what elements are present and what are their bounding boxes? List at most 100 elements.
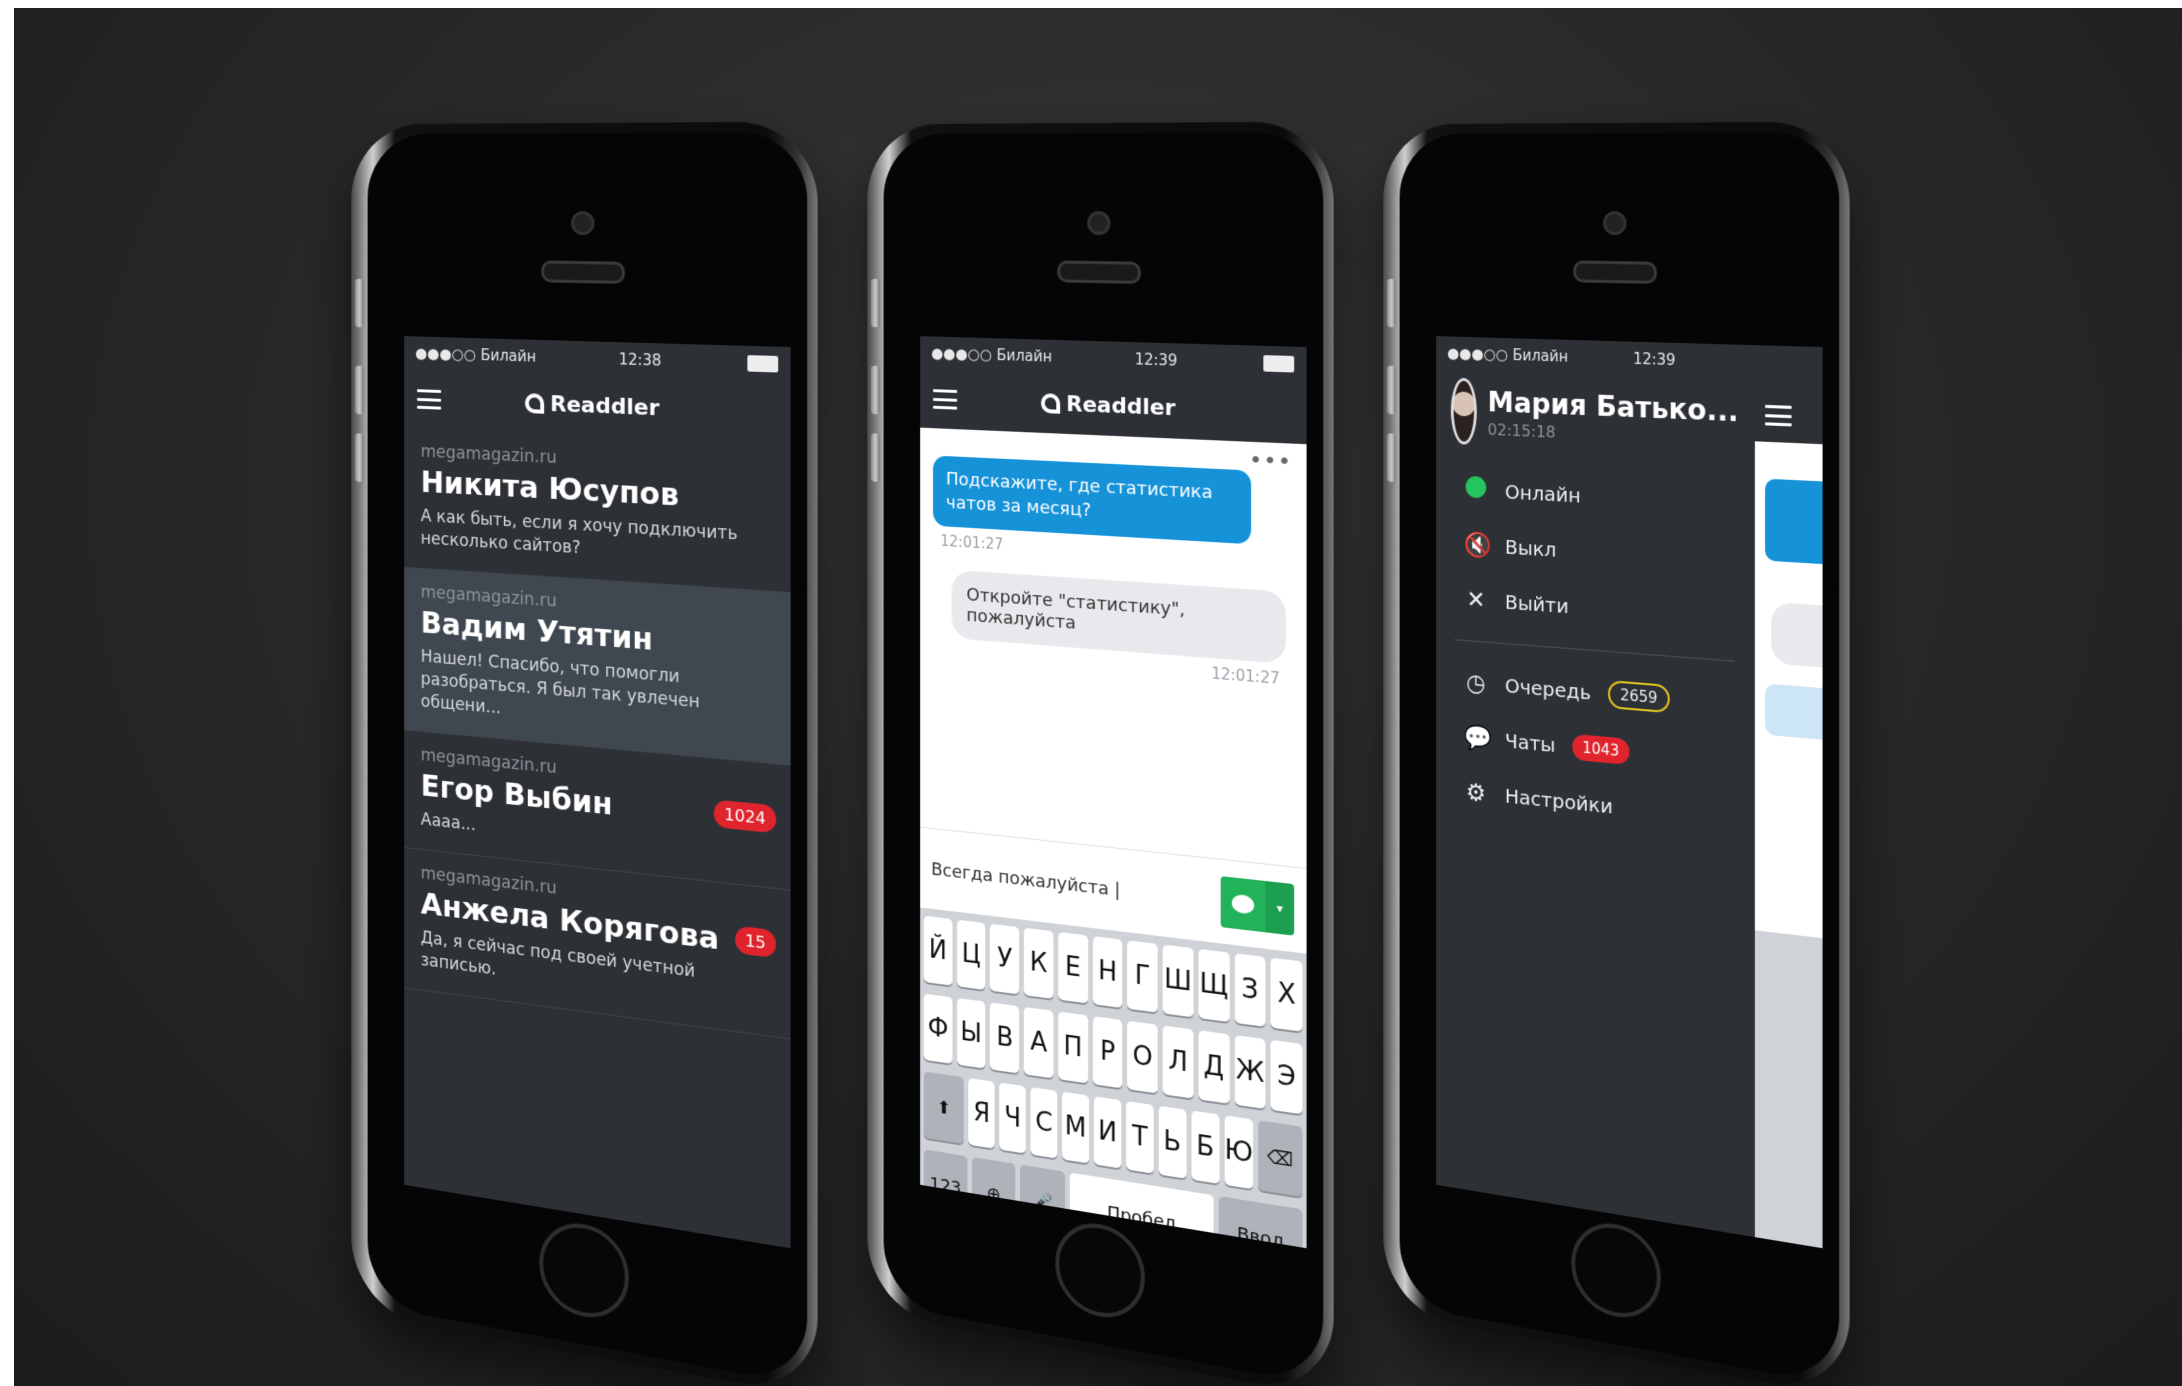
letter-key[interactable]: Ч: [999, 1082, 1025, 1153]
menu-item-label: Выйти: [1505, 590, 1569, 618]
chats-count-badge: 1043: [1573, 734, 1629, 765]
readdler-logo-icon: [1041, 393, 1060, 414]
letter-key[interactable]: Э: [1271, 1040, 1303, 1114]
menu-item-label: Настройки: [1505, 784, 1613, 819]
chat-bubble-icon: [1232, 894, 1254, 915]
letter-key[interactable]: Ж: [1234, 1035, 1265, 1109]
queue-count-badge: 2659: [1608, 680, 1669, 713]
phone-bezel: ●●●○○ Билайн 12:39 Readdler ••• Подскажи…: [884, 132, 1324, 1386]
globe-key[interactable]: ⊕: [972, 1157, 1016, 1231]
menu-item-label: Очередь: [1505, 674, 1591, 705]
mockup-background: ●●●○○ Билайн 12:38 Readdler megamagazin.…: [14, 8, 2182, 1386]
earpiece-speaker: [1573, 260, 1657, 283]
front-camera: [1087, 211, 1110, 235]
app-name: Readdler: [550, 392, 659, 421]
letter-key[interactable]: Ф: [924, 994, 952, 1064]
chat-screen-peek[interactable]: [1755, 345, 1823, 1248]
earpiece-speaker: [1057, 260, 1141, 283]
volume-down-button: [871, 433, 880, 482]
letter-key[interactable]: В: [990, 1002, 1019, 1073]
chat-bubble-icon: 💬: [1464, 723, 1488, 753]
send-options-button[interactable]: ▾: [1265, 881, 1294, 936]
phone-menu: ●●●○○ Билайн 12:39 Мария Батько... 02:15…: [1383, 122, 1849, 1386]
letter-key[interactable]: О: [1127, 1021, 1157, 1094]
screen-menu: ●●●○○ Билайн 12:39 Мария Батько... 02:15…: [1436, 336, 1822, 1248]
shift-key[interactable]: ⬆: [924, 1071, 964, 1143]
letter-key[interactable]: Н: [1093, 936, 1123, 1008]
letter-key[interactable]: Ю: [1224, 1115, 1253, 1189]
phone-chat: ●●●○○ Билайн 12:39 Readdler ••• Подскажи…: [867, 122, 1333, 1386]
carrier-label: ●●●○○ Билайн: [415, 344, 536, 365]
phone-conversations: ●●●○○ Билайн 12:38 Readdler megamagazin.…: [351, 122, 817, 1386]
phone-bezel: ●●●○○ Билайн 12:38 Readdler megamagazin.…: [368, 132, 808, 1386]
letter-key[interactable]: Р: [1093, 1016, 1123, 1088]
letter-key[interactable]: У: [990, 924, 1019, 995]
earpiece-speaker: [541, 260, 625, 283]
readdler-logo-icon: [525, 393, 544, 414]
message-input[interactable]: Всегда пожалуйста |: [931, 859, 1212, 912]
app-name: Readdler: [1066, 392, 1175, 421]
mute-switch: [355, 279, 364, 328]
letter-key[interactable]: Ы: [957, 998, 986, 1069]
numbers-key[interactable]: 123: [924, 1149, 967, 1223]
letter-key[interactable]: М: [1062, 1092, 1089, 1164]
volume-up-button: [355, 366, 364, 415]
incoming-message: Подскажите, где статистика чатов за меся…: [933, 455, 1251, 544]
letter-key[interactable]: С: [1031, 1087, 1058, 1159]
letter-key[interactable]: Е: [1058, 932, 1088, 1004]
backspace-key[interactable]: ⌫: [1258, 1120, 1302, 1197]
letter-key[interactable]: Я: [969, 1078, 995, 1149]
onscreen-keyboard: ЙЦУКЕНГШЩЗХ ФЫВАПРОЛДЖЭ ⬆ Я Ч С М И Т Ь Б Ю ⌫ 123…: [920, 907, 1306, 1248]
app-logo: Readdler: [1041, 391, 1175, 421]
side-menu: ●●●○○ Билайн 12:39 Мария Батько... 02:15…: [1436, 336, 1755, 1237]
microphone-key[interactable]: 🎤: [1020, 1165, 1065, 1240]
letter-key[interactable]: Ь: [1158, 1106, 1186, 1179]
letter-key[interactable]: К: [1024, 928, 1053, 999]
peek-keyboard: [1755, 930, 1823, 1248]
screen-conversations: ●●●○○ Билайн 12:38 Readdler megamagazin.…: [404, 336, 790, 1248]
menu-item-label: Онлайн: [1505, 480, 1581, 508]
letter-key[interactable]: Б: [1191, 1110, 1219, 1183]
conversation-row[interactable]: megamagazin.ru Никита Юсупов А как быть, е…: [404, 428, 790, 593]
letter-key[interactable]: Щ: [1198, 949, 1229, 1022]
menu-item-label: Чаты: [1505, 729, 1556, 757]
gear-icon: ⚙: [1464, 778, 1488, 808]
letter-key[interactable]: З: [1234, 953, 1265, 1027]
peek-nav-bar: [1755, 345, 1823, 444]
home-button: [1055, 1217, 1144, 1325]
letter-key[interactable]: Д: [1198, 1030, 1229, 1104]
letter-key[interactable]: Г: [1127, 940, 1157, 1012]
send-button-group: ▾: [1221, 876, 1295, 936]
mute-icon: 🔇: [1464, 530, 1488, 559]
letter-key[interactable]: Й: [924, 916, 952, 986]
letter-key[interactable]: Ш: [1163, 945, 1194, 1018]
mute-switch: [871, 279, 880, 328]
volume-up-button: [1387, 366, 1396, 415]
letter-key[interactable]: А: [1024, 1007, 1053, 1079]
letter-key[interactable]: Т: [1126, 1101, 1153, 1174]
letter-key[interactable]: П: [1058, 1011, 1088, 1083]
home-button: [1571, 1217, 1660, 1325]
menu-icon[interactable]: [1765, 405, 1792, 427]
letter-key[interactable]: Х: [1271, 958, 1303, 1032]
menu-icon[interactable]: [417, 389, 441, 409]
menu-icon[interactable]: [933, 389, 957, 409]
peek-incoming-bubble: [1765, 479, 1823, 565]
profile-header[interactable]: Мария Батько... 02:15:18: [1436, 369, 1755, 476]
close-icon: ✕: [1464, 585, 1488, 614]
send-button[interactable]: [1221, 876, 1266, 932]
peek-bubble: [1765, 684, 1823, 742]
clock: 12:38: [619, 350, 662, 370]
volume-down-button: [355, 433, 364, 482]
mute-switch: [1387, 279, 1396, 328]
more-options-icon[interactable]: •••: [1249, 448, 1292, 476]
battery-icon: [747, 355, 778, 372]
enter-key[interactable]: Ввод: [1219, 1196, 1303, 1248]
carrier-label: ●●●○○ Билайн: [931, 344, 1052, 365]
phone-bezel: ●●●○○ Билайн 12:39 Мария Батько... 02:15…: [1400, 132, 1840, 1386]
letter-key[interactable]: Ц: [957, 920, 986, 990]
letter-key[interactable]: Л: [1163, 1025, 1194, 1098]
front-camera: [1603, 211, 1626, 235]
peek-outgoing-bubble: [1771, 602, 1822, 669]
letter-key[interactable]: И: [1094, 1096, 1121, 1168]
